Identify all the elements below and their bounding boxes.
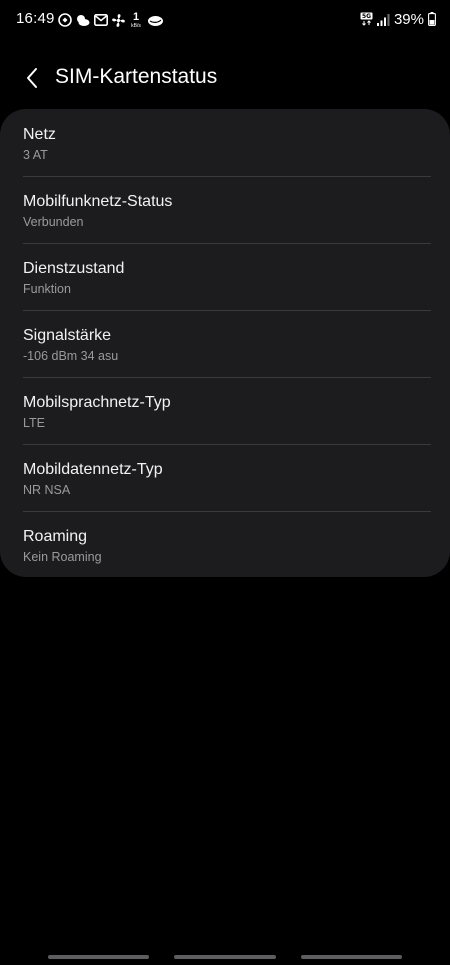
list-item-mobilfunknetz-status[interactable]: Mobilfunknetz-Status Verbunden bbox=[0, 176, 450, 243]
item-value: Kein Roaming bbox=[23, 550, 102, 564]
nav-home-hint[interactable] bbox=[174, 955, 276, 959]
weather-icon bbox=[75, 13, 90, 28]
notification-icons: 1 kB/s bbox=[57, 11, 164, 29]
list-item-dienstzustand[interactable]: Dienstzustand Funktion bbox=[0, 243, 450, 310]
item-value: -106 dBm 34 asu bbox=[23, 349, 119, 363]
sim-status-list: Netz 3 AT Mobilfunknetz-Status Verbunden… bbox=[0, 109, 450, 577]
list-item-mobildatennetz-typ[interactable]: Mobildatennetz-Typ NR NSA bbox=[0, 444, 450, 511]
battery-icon bbox=[428, 12, 436, 26]
net-speed-unit: kB/s bbox=[131, 22, 141, 29]
item-value: 3 AT bbox=[23, 148, 48, 162]
net-speed-value: 1 bbox=[132, 10, 140, 23]
item-title: Roaming bbox=[23, 528, 88, 545]
item-title: Mobildatennetz-Typ bbox=[23, 461, 163, 478]
list-item-netz[interactable]: Netz 3 AT bbox=[0, 109, 450, 176]
app-header: SIM-Kartenstatus bbox=[0, 58, 450, 100]
item-value: NR NSA bbox=[23, 483, 71, 497]
5g-icon: 5G bbox=[360, 12, 373, 26]
item-title: Mobilfunknetz-Status bbox=[23, 193, 173, 210]
chevron-left-icon bbox=[27, 68, 37, 88]
item-value: Funktion bbox=[23, 282, 71, 296]
svg-text:5G: 5G bbox=[362, 13, 371, 20]
list-item-roaming[interactable]: Roaming Kein Roaming bbox=[0, 511, 450, 577]
battery-percent: 39% bbox=[393, 10, 424, 28]
item-title: Netz bbox=[23, 126, 56, 143]
list-item-mobilsprachnetz-typ[interactable]: Mobilsprachnetz-Typ LTE bbox=[0, 377, 450, 444]
signal-icon bbox=[376, 13, 390, 26]
list-item-signalstaerke[interactable]: Signalstärke -106 dBm 34 asu bbox=[0, 310, 450, 377]
nav-recents-hint[interactable] bbox=[48, 955, 149, 959]
item-title: Signalstärke bbox=[23, 327, 112, 344]
item-value: LTE bbox=[23, 416, 45, 430]
status-bar: 16:49 1 kB/s 5G 39% bbox=[0, 0, 450, 40]
status-right: 5G 39% bbox=[360, 10, 436, 28]
app-notification-icon bbox=[57, 13, 72, 28]
page-title: SIM-Kartenstatus bbox=[55, 65, 218, 88]
mail-icon bbox=[93, 13, 108, 28]
item-value: Verbunden bbox=[23, 215, 84, 229]
cloud-icon bbox=[146, 13, 164, 28]
status-time: 16:49 bbox=[16, 10, 55, 27]
nav-back-hint[interactable] bbox=[301, 955, 402, 959]
back-button[interactable] bbox=[18, 64, 46, 92]
item-title: Mobilsprachnetz-Typ bbox=[23, 394, 171, 411]
item-title: Dienstzustand bbox=[23, 260, 125, 277]
net-speed-icon: 1 kB/s bbox=[129, 10, 143, 29]
fan-icon bbox=[111, 13, 126, 28]
